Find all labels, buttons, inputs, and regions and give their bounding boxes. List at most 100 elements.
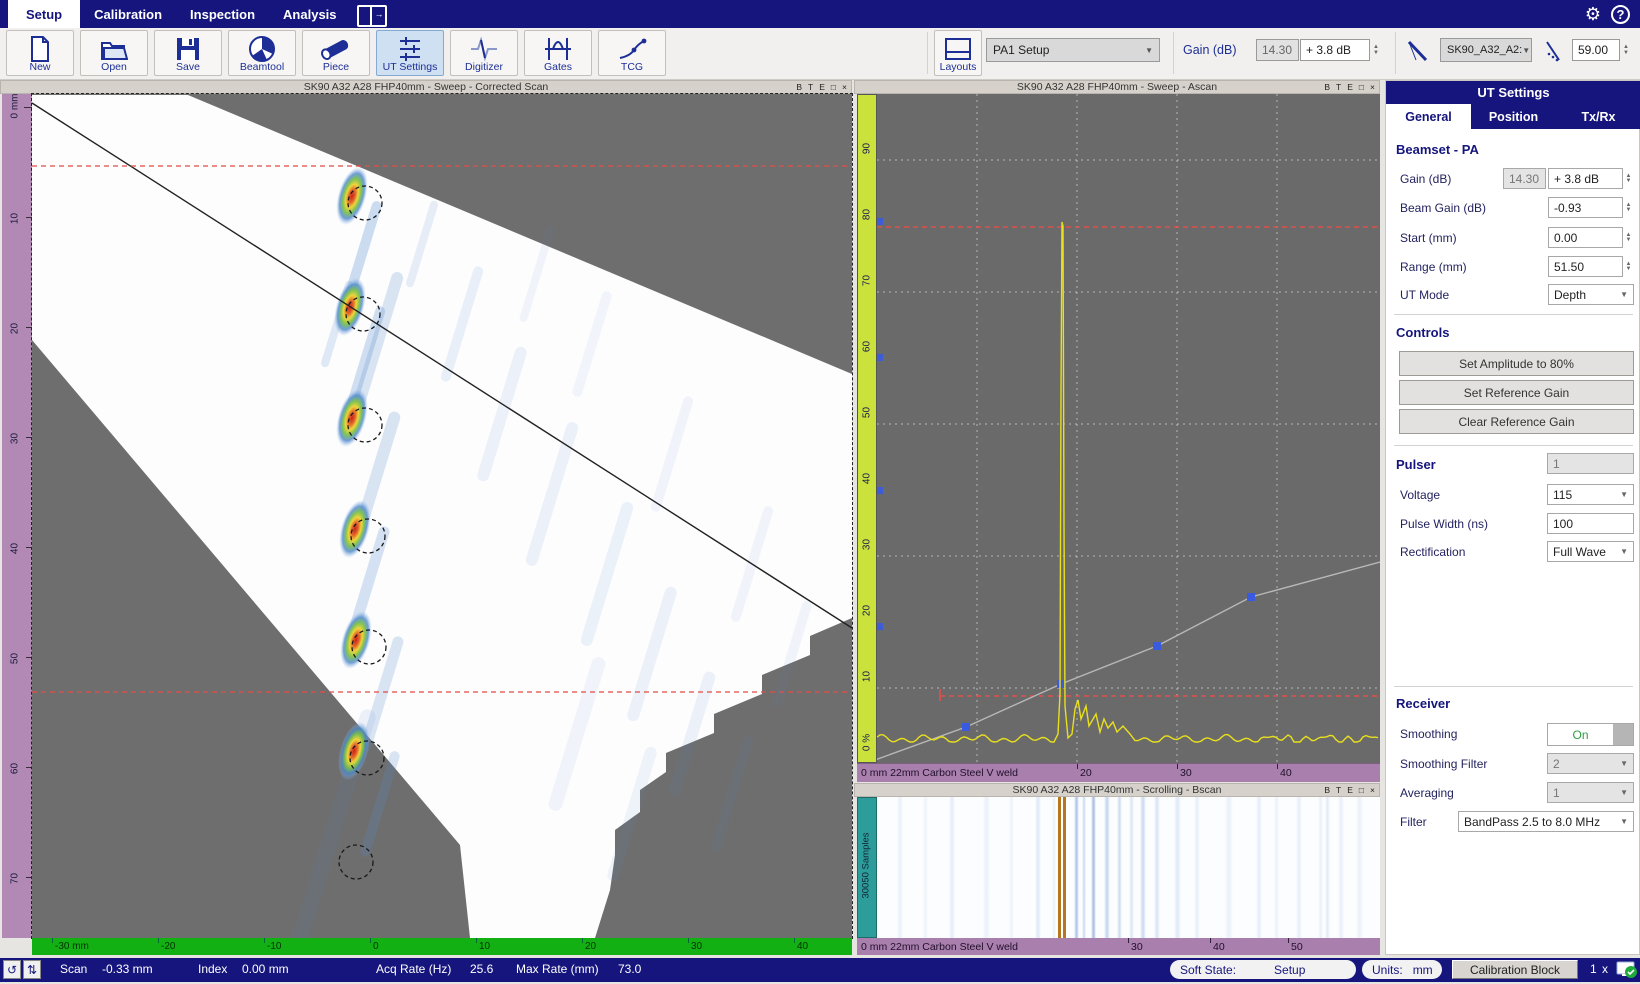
panel-gain-delta-input[interactable]: + 3.8 dB [1548,168,1623,189]
ruler-tick [688,938,689,943]
gear-icon[interactable]: ⚙ [1585,4,1601,25]
window-button-t[interactable]: T [1336,785,1341,795]
ruler-label: 30 [10,429,21,449]
units-pill[interactable]: Units: mm [1362,960,1442,979]
ut-mode-select[interactable]: Depth▼ [1548,284,1634,305]
toolbar-button-beamtool[interactable]: Beamtool [228,30,296,76]
angle-input[interactable]: 59.00 [1572,39,1620,61]
window-button-t[interactable]: T [1336,82,1341,92]
units-value: mm [1413,963,1433,977]
bscan-indication-stripe [1318,797,1323,938]
reset-icon[interactable]: ↺ [3,960,21,979]
ascan-depth-ruler: 0 mm 22mm Carbon Steel V weld 203040 [857,763,1380,782]
ruler-label: 30 [1180,767,1192,779]
smoothing-toggle[interactable]: On [1547,723,1634,746]
beam-gain-spinner[interactable]: ▲▼ [1623,197,1634,218]
ascan-plot[interactable] [877,94,1380,763]
window-button-close[interactable]: × [842,82,847,92]
gain-label: Gain (dB) [1183,43,1237,57]
layout-preset-select[interactable]: PA1 Setup ▼ [986,38,1160,62]
bscan-indication-stripe [1174,797,1181,938]
toolbar-button-gates[interactable]: Gates [524,30,592,76]
tab-general[interactable]: General [1386,104,1471,129]
bscan-ruler-text: 0 mm 22mm Carbon Steel V weld [861,941,1018,953]
menu-bar: Setup Calibration Inspection Analysis ⚙ … [0,0,1640,28]
tcg-curve-icon [617,36,647,62]
window-button-maximize[interactable]: □ [1359,785,1364,795]
help-icon[interactable]: ? [1611,5,1630,24]
gain-spinner[interactable]: ▲▼ [1370,39,1382,61]
window-button-e[interactable]: E [1347,82,1353,92]
beam-gain-input[interactable]: -0.93 [1548,197,1623,218]
corrected-scan-view[interactable] [32,94,852,938]
gain-delta-input[interactable]: + 3.8 dB [1300,39,1370,61]
ascan-titlebar: SK90 A32 A28 FHP40mm - Sweep - Ascan BTE… [854,80,1380,94]
angle-spinner[interactable]: ▲▼ [1620,39,1632,61]
tab-position[interactable]: Position [1471,104,1556,129]
ruler-label: 20 [585,941,596,952]
layout-window-icon[interactable] [357,5,387,27]
smoothing-toggle-state: On [1548,724,1613,745]
probe-select[interactable]: SK90_A32_A2: ▼ [1440,38,1532,62]
set-amplitude-button[interactable]: Set Amplitude to 80% [1399,351,1634,376]
menu-analysis[interactable]: Analysis [269,0,350,28]
panel-gain-spinner[interactable]: ▲▼ [1623,168,1634,189]
window-button-b[interactable]: B [1324,82,1330,92]
window-button-b[interactable]: B [796,82,802,92]
chevron-down-icon: ▼ [1620,547,1628,556]
window-button-b[interactable]: B [1324,785,1330,795]
layouts-button[interactable]: Layouts [934,30,982,76]
amplitude-label: 90 [862,134,873,164]
start-input[interactable]: 0.00 [1548,227,1623,248]
ruler-tick [1128,938,1129,943]
ut-settings-panel-title: UT Settings [1386,81,1640,104]
bscan-indication-stripe [897,797,903,938]
smoothing-filter-select[interactable]: 2▼ [1547,753,1634,774]
toolbar-button-piece[interactable]: Piece [302,30,370,76]
window-button-e[interactable]: E [819,82,825,92]
soft-state-pill[interactable]: Soft State: Setup [1170,960,1356,979]
ruler-label: 30 [691,941,702,952]
calibration-block-button[interactable]: Calibration Block [1452,960,1578,979]
averaging-select[interactable]: 1▼ [1547,782,1634,803]
toolbar-button-ut-settings[interactable]: UT Settings [376,30,444,76]
window-button-close[interactable]: × [1370,785,1375,795]
window-button-maximize[interactable]: □ [1359,82,1364,92]
rectification-select[interactable]: Full Wave▼ [1547,541,1634,562]
set-reference-gain-button[interactable]: Set Reference Gain [1399,380,1634,405]
ruler-label: -30 mm [55,941,89,952]
toolbar-button-tcg[interactable]: TCG [598,30,666,76]
chevron-down-icon: ▼ [1620,817,1628,826]
window-button-maximize[interactable]: □ [831,82,836,92]
bscan-indication-stripe [1129,797,1134,938]
filter-select[interactable]: BandPass 2.5 to 8.0 MHz▼ [1458,811,1634,832]
corrected-scan-title: SK90 A32 A28 FHP40mm - Sweep - Corrected… [304,81,549,93]
toolbar-button-new[interactable]: New [6,30,74,76]
ruler-tick [476,938,477,943]
chevron-down-icon: ▼ [1620,290,1628,299]
window-button-t[interactable]: T [808,82,813,92]
window-button-close[interactable]: × [1370,82,1375,92]
pulse-width-input[interactable]: 100 [1547,513,1634,534]
menu-calibration[interactable]: Calibration [80,0,176,28]
clear-reference-gain-button[interactable]: Clear Reference Gain [1399,409,1634,434]
voltage-select[interactable]: 115▼ [1547,484,1634,505]
toolbar-button-open[interactable]: Open [80,30,148,76]
bscan-plot[interactable] [877,797,1380,938]
range-input[interactable]: 51.50 [1548,256,1623,277]
menu-setup[interactable]: Setup [8,0,80,28]
toolbar-button-digitizer[interactable]: Digitizer [450,30,518,76]
menu-inspection[interactable]: Inspection [176,0,269,28]
encoder-icon[interactable]: ⇅ [23,960,41,979]
corrected-scan-titlebar: SK90 A32 A28 FHP40mm - Sweep - Corrected… [0,80,852,94]
tab-txrx[interactable]: Tx/Rx [1556,104,1640,129]
bscan-indication-stripe [1052,797,1056,938]
window-button-e[interactable]: E [1347,785,1353,795]
bscan-indication-stripe [923,797,928,938]
ruler-tick [370,938,371,943]
range-spinner[interactable]: ▲▼ [1623,256,1634,277]
start-spinner[interactable]: ▲▼ [1623,227,1634,248]
toolbar-button-save[interactable]: Save [154,30,222,76]
ruler-tick [158,938,159,943]
ruler-tick [52,938,53,943]
